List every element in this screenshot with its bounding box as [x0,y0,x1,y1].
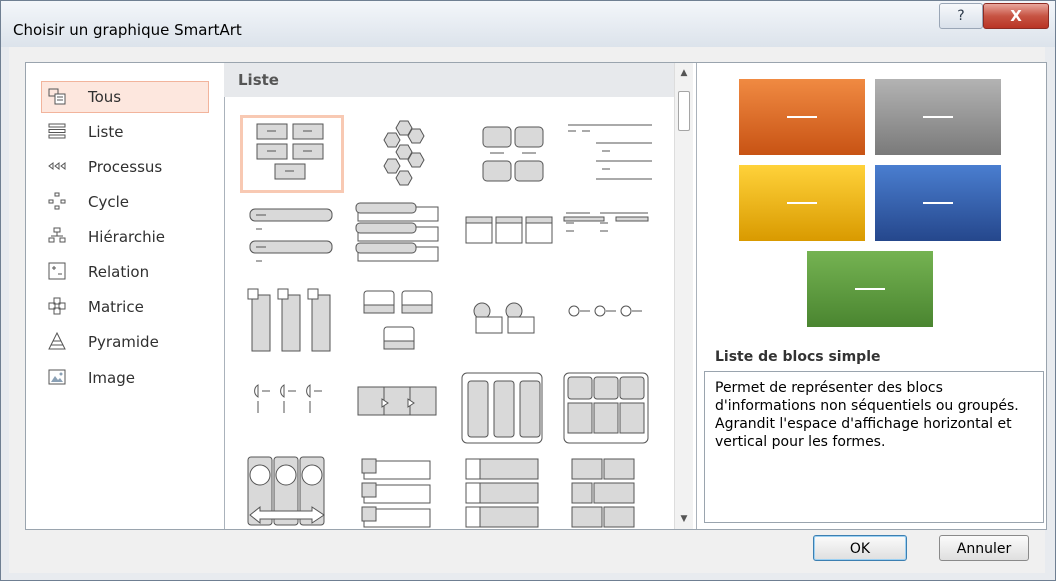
layout-vertical-boxes[interactable] [458,371,562,449]
category-item-pyramide[interactable]: Pyramide [42,327,208,357]
brick-list-icon [571,458,635,528]
category-item-cycle[interactable]: Cycle [42,187,208,217]
preview-block-blue [875,165,1001,241]
preview-block-gray [875,79,1001,155]
gallery-section-title: Liste [238,71,279,89]
layout-brick-list[interactable] [560,455,664,529]
title-bar: Choisir un graphique SmartArt ? X [1,1,1055,47]
preview-block-gold [739,165,865,241]
process-icon [48,162,66,170]
grouped-blocks-icon [482,126,544,182]
category-item-processus[interactable]: Processus [42,152,208,182]
relationship-icon [48,262,66,280]
layout-stacked-list[interactable] [354,201,458,279]
category-item-tous[interactable]: Tous [41,81,209,113]
cycle-icon [48,192,66,210]
hierarchy-icon [48,227,66,243]
grid-matrix-list-icon [563,372,649,444]
stacked-list-icon [355,202,439,262]
gallery-scrollbar[interactable]: ▲ ▼ [674,63,693,529]
preview-pane: Liste de blocs simple Permet de représen… [696,63,1047,529]
layout-gallery: Liste [224,63,674,529]
layout-tab-list[interactable] [354,455,458,529]
category-label: Processus [88,158,163,176]
layout-trapezoid-list[interactable] [356,285,460,363]
table-list-icon [465,216,553,244]
picture-icon [48,369,66,385]
smartart-dialog: Choisir un graphique SmartArt ? X Tous L… [0,0,1056,581]
dialog-title: Choisir un graphique SmartArt [13,21,242,39]
category-label: Liste [88,123,124,141]
category-item-liste[interactable]: Liste [42,117,208,147]
category-label: Image [88,369,135,387]
layout-basic-block-list[interactable] [240,115,344,193]
horizontal-bullet-list-icon [563,212,649,232]
layout-vertical-bullet-list[interactable] [246,201,350,279]
vertical-bullet-list-icon [249,208,333,262]
help-button[interactable]: ? [939,3,983,29]
layout-circle-accent-list[interactable] [458,285,562,363]
layout-grid-matrix-list[interactable] [558,371,662,449]
matrix-icon [48,297,66,315]
dialog-body: Tous Liste Processus Cycle Hiérarchie Re… [9,47,1047,573]
layout-lined-list[interactable] [562,115,666,193]
layout-chevron-list[interactable] [354,371,458,449]
lined-list-icon [568,124,652,180]
layout-accent-process-list[interactable] [244,371,348,449]
content-panel: Tous Liste Processus Cycle Hiérarchie Re… [25,62,1047,530]
hexagon-cluster-icon [383,120,425,186]
circle-accent-list-icon [473,302,535,334]
scroll-down-icon[interactable]: ▼ [675,509,693,529]
scroll-thumb[interactable] [678,91,690,131]
category-item-hierarchie[interactable]: Hiérarchie [42,222,208,252]
gallery-section-header: Liste [224,63,674,97]
category-item-relation[interactable]: Relation [42,257,208,287]
chevron-list-icon [357,386,437,416]
preview-layout-name: Liste de blocs simple [715,349,881,365]
scroll-up-icon[interactable]: ▲ [675,63,693,83]
circle-arrow-list-icon [247,456,325,526]
category-item-image[interactable]: Image [42,363,208,393]
all-layouts-icon [48,88,66,105]
layout-table-list[interactable] [458,201,562,279]
layout-vertical-table-list[interactable] [458,455,562,529]
category-label: Matrice [88,298,144,316]
trapezoid-list-icon [363,290,433,350]
category-label: Relation [88,263,150,281]
preview-block-orange [739,79,865,155]
vertical-boxes-icon [461,372,543,444]
category-label: Pyramide [88,333,159,351]
cancel-button[interactable]: Annuler [939,535,1029,561]
vertical-box-list-icon [247,288,331,352]
basic-block-list-icon [256,123,324,180]
layout-horizontal-bullet-list[interactable] [560,201,664,279]
layout-grouped-blocks[interactable] [462,115,566,193]
category-label: Hiérarchie [88,228,166,246]
preview-description: Permet de représenter des blocs d'inform… [704,371,1044,523]
layout-vertical-box-list[interactable] [244,285,348,363]
preview-block-green [807,251,933,327]
list-icon [48,123,66,139]
category-label: Cycle [88,193,129,211]
category-pane: Tous Liste Processus Cycle Hiérarchie Re… [26,63,225,529]
pyramid-icon [48,332,66,350]
category-item-matrice[interactable]: Matrice [42,292,208,322]
close-button[interactable]: X [983,3,1049,29]
vertical-table-list-icon [465,458,539,528]
tab-list-icon [361,458,431,528]
layout-hexagon-cluster[interactable] [356,115,460,193]
layout-bullet-line-list[interactable] [560,285,664,363]
category-label: Tous [88,88,122,106]
ok-button[interactable]: OK [813,535,907,561]
layout-circle-arrow-list[interactable] [246,455,350,529]
bullet-line-list-icon [568,305,642,317]
accent-process-list-icon [254,384,322,413]
